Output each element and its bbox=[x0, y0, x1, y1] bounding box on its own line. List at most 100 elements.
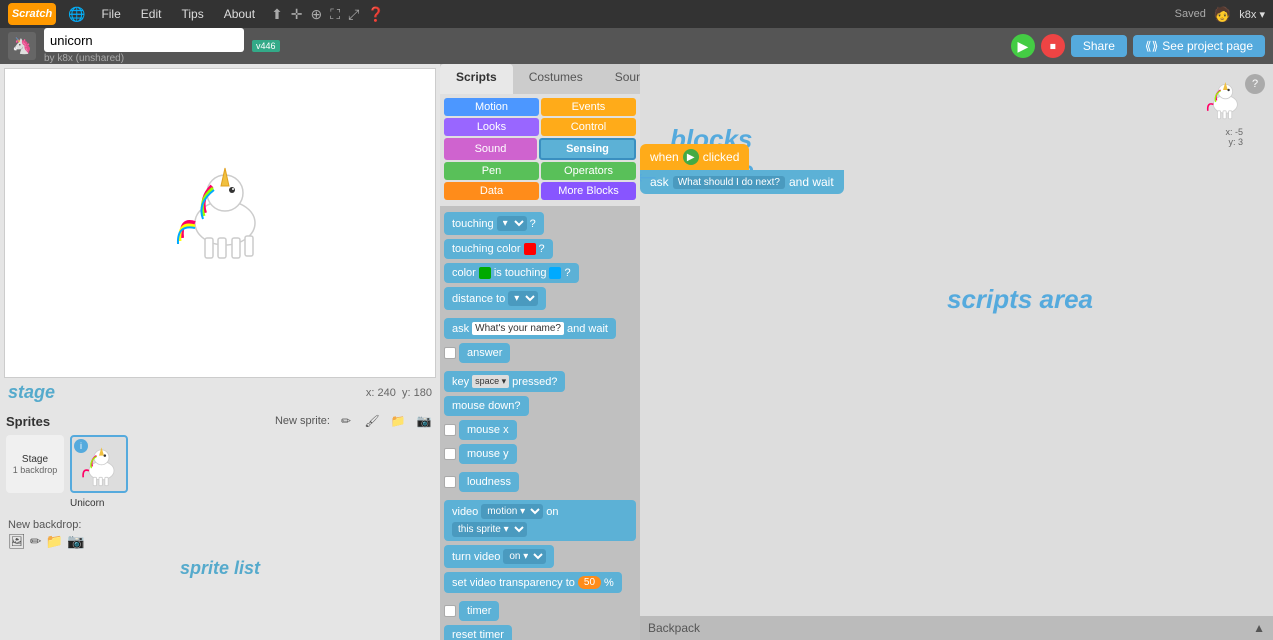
when-clicked-block[interactable]: when ▶ clicked ask What should I do next… bbox=[640, 144, 923, 194]
video-label: video bbox=[452, 506, 478, 518]
block-color-touching[interactable]: color is touching ? bbox=[444, 263, 636, 283]
sprites-header: Sprites New sprite: ✏ 🖌 📁 📷 bbox=[6, 411, 434, 431]
block-key-pressed[interactable]: key space ▾ pressed? bbox=[444, 371, 636, 392]
import-icon[interactable]: ⬆ bbox=[271, 6, 283, 23]
color-swatch-2[interactable] bbox=[479, 267, 491, 279]
share-button[interactable]: Share bbox=[1071, 35, 1127, 57]
paint-sprite-icon[interactable]: ✏ bbox=[336, 411, 356, 431]
category-data[interactable]: Data bbox=[444, 182, 539, 200]
backdrop-paint-icon[interactable]: ✏ bbox=[30, 533, 42, 550]
color-is-touching-label1: color bbox=[452, 267, 476, 279]
answer-checkbox[interactable] bbox=[444, 347, 456, 359]
category-more-blocks[interactable]: More Blocks bbox=[541, 182, 636, 200]
backpack-expand-icon[interactable]: ▲ bbox=[1253, 621, 1265, 635]
video-on-label: on bbox=[546, 506, 558, 518]
mouse-x-checkbox[interactable] bbox=[444, 424, 456, 436]
tab-costumes[interactable]: Costumes bbox=[513, 64, 599, 94]
stop-button[interactable]: ⏹ bbox=[1041, 34, 1065, 58]
block-touching[interactable]: touching ▾ ? bbox=[444, 212, 636, 235]
new-sprite-label: New sprite: bbox=[275, 415, 330, 427]
file-menu[interactable]: File bbox=[97, 5, 124, 23]
green-flag-button[interactable]: ▶ bbox=[1011, 34, 1035, 58]
help-icon[interactable]: ❓ bbox=[367, 6, 384, 23]
unicorn-graphic bbox=[170, 148, 270, 268]
reset-timer-label: reset timer bbox=[452, 629, 504, 640]
block-timer[interactable]: timer bbox=[444, 601, 636, 621]
category-sensing[interactable]: Sensing bbox=[539, 138, 636, 160]
tab-scripts[interactable]: Scripts bbox=[440, 64, 513, 94]
block-video-transparency[interactable]: set video transparency to 50 % bbox=[444, 572, 636, 593]
key-value: space ▾ bbox=[472, 375, 509, 388]
sprites-panel: Sprites New sprite: ✏ 🖌 📁 📷 Stage 1 back… bbox=[0, 407, 440, 515]
touching-dropdown[interactable]: ▾ bbox=[497, 216, 527, 231]
block-loudness[interactable]: loudness bbox=[444, 472, 636, 492]
category-events[interactable]: Events bbox=[541, 98, 636, 116]
block-ask[interactable]: ask What's your name? and wait bbox=[444, 318, 636, 339]
block-answer[interactable]: answer bbox=[444, 343, 636, 363]
backdrop-icons: 🖼 ✏ 📁 📷 bbox=[8, 533, 432, 550]
block-reset-timer[interactable]: reset timer bbox=[444, 625, 636, 640]
loudness-label: loudness bbox=[467, 476, 511, 488]
pointer-icon[interactable]: ✛ bbox=[291, 6, 303, 23]
block-categories: Motion Events Looks Control Sound Sensin… bbox=[440, 94, 640, 206]
sprites-list: Stage 1 backdrop i bbox=[6, 435, 434, 511]
script-tabs: Scripts Costumes Sounds bbox=[440, 64, 640, 94]
block-turn-video[interactable]: turn video on ▾ bbox=[444, 545, 636, 568]
see-project-button[interactable]: ⟪⟫ See project page bbox=[1133, 35, 1265, 57]
category-looks[interactable]: Looks bbox=[444, 118, 539, 136]
key-label: key bbox=[452, 376, 469, 388]
block-mouse-x[interactable]: mouse x bbox=[444, 420, 636, 440]
unicorn-sprite-item[interactable]: i U bbox=[70, 435, 128, 511]
video-motion-dropdown[interactable]: motion ▾ bbox=[481, 504, 543, 519]
user-avatar-icon[interactable]: 🧑 bbox=[1214, 6, 1231, 23]
category-sound[interactable]: Sound bbox=[444, 138, 537, 160]
answer-label: answer bbox=[467, 347, 502, 359]
mouse-y-checkbox[interactable] bbox=[444, 448, 456, 460]
block-mouse-down[interactable]: mouse down? bbox=[444, 396, 636, 416]
stage-sprite-name: Stage bbox=[22, 454, 48, 465]
block-distance-to[interactable]: distance to ▾ bbox=[444, 287, 636, 310]
sprite-info-button[interactable]: i bbox=[74, 439, 88, 453]
distance-dropdown[interactable]: ▾ bbox=[508, 291, 538, 306]
block-touching-color[interactable]: touching color ? bbox=[444, 239, 636, 259]
camera-sprite-icon[interactable]: 📷 bbox=[414, 411, 434, 431]
stage-sprite-item[interactable]: Stage 1 backdrop bbox=[6, 435, 64, 511]
category-control[interactable]: Control bbox=[541, 118, 636, 136]
category-operators[interactable]: Operators bbox=[541, 162, 636, 180]
category-pen[interactable]: Pen bbox=[444, 162, 539, 180]
flag-icon-block: ▶ bbox=[683, 149, 699, 165]
and-wait-label: and wait bbox=[789, 175, 834, 189]
color-swatch-1[interactable] bbox=[524, 243, 536, 255]
backpack-bar[interactable]: Backpack ▲ bbox=[640, 616, 1273, 640]
block-mouse-y[interactable]: mouse y bbox=[444, 444, 636, 464]
project-name-input[interactable] bbox=[44, 28, 244, 52]
block-video-motion[interactable]: video motion ▾ on this sprite ▾ bbox=[444, 500, 636, 541]
draw-sprite-icon[interactable]: 🖌 bbox=[362, 411, 382, 431]
backdrop-upload-icon[interactable]: 📁 bbox=[46, 533, 63, 550]
small-unicorn-icon bbox=[1203, 74, 1243, 122]
stage-area bbox=[4, 68, 436, 378]
about-menu[interactable]: About bbox=[220, 5, 259, 23]
stamp-icon[interactable]: ⊕ bbox=[311, 6, 323, 23]
upload-sprite-icon[interactable]: 📁 bbox=[388, 411, 408, 431]
color-swatch-3[interactable] bbox=[549, 267, 561, 279]
left-panel: stage x: 240 y: 180 Sprites New sprite: … bbox=[0, 64, 440, 640]
video-state-dropdown[interactable]: on ▾ bbox=[503, 549, 546, 564]
username-label: k8x ▾ bbox=[1239, 8, 1265, 21]
loudness-checkbox[interactable] bbox=[444, 476, 456, 488]
expand-icon[interactable]: ⤢ bbox=[348, 6, 359, 23]
tips-menu[interactable]: Tips bbox=[177, 5, 207, 23]
backdrop-camera-icon[interactable]: 📷 bbox=[67, 533, 84, 550]
fullscreen-icon[interactable]: ⛶ bbox=[330, 6, 340, 23]
timer-checkbox[interactable] bbox=[444, 605, 456, 617]
category-motion[interactable]: Motion bbox=[444, 98, 539, 116]
distance-to-label: distance to bbox=[452, 293, 505, 305]
globe-icon[interactable]: 🌐 bbox=[68, 6, 85, 23]
video-target-dropdown[interactable]: this sprite ▾ bbox=[452, 522, 527, 537]
help-button[interactable]: ? bbox=[1245, 74, 1265, 94]
project-sprite-thumb: 🦄 bbox=[8, 32, 36, 60]
backdrop-image-icon[interactable]: 🖼 bbox=[8, 533, 26, 550]
new-backdrop-area: New backdrop: 🖼 ✏ 📁 📷 bbox=[0, 515, 440, 554]
sprites-title: Sprites bbox=[6, 414, 50, 429]
edit-menu[interactable]: Edit bbox=[137, 5, 166, 23]
